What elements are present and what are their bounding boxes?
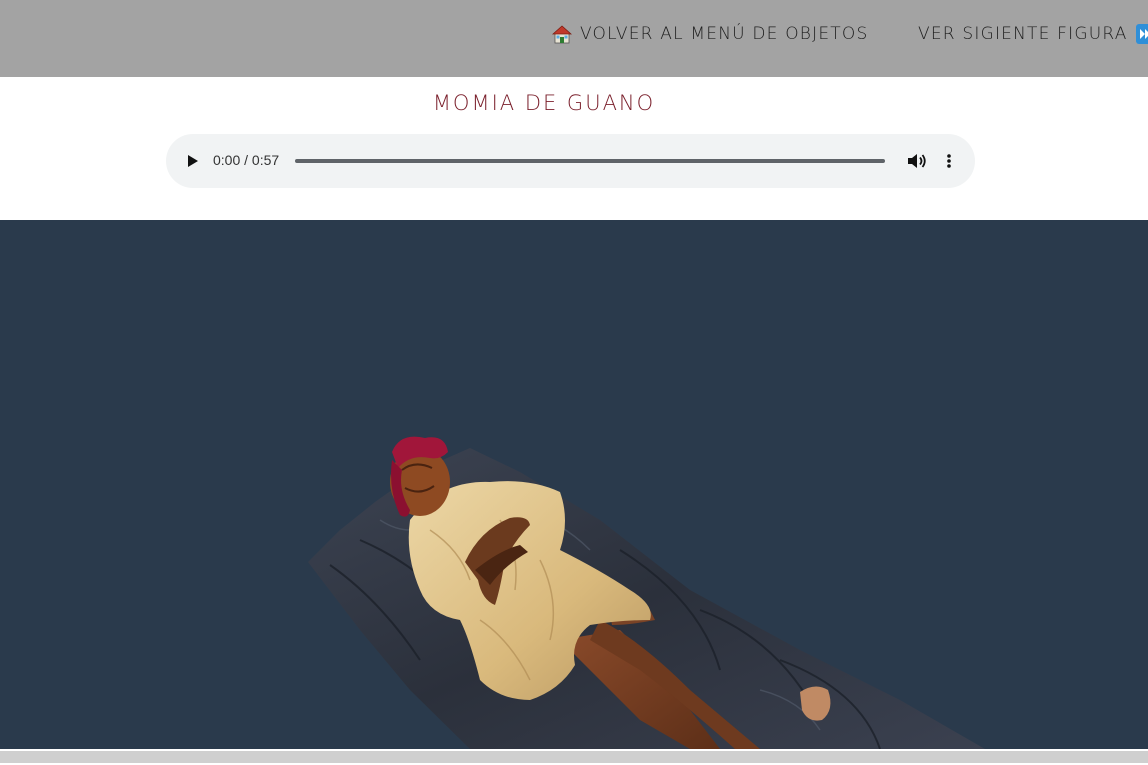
audio-time: 0:00 / 0:57: [213, 152, 280, 168]
next-track-icon: [1135, 24, 1148, 44]
audio-player[interactable]: 0:00 / 0:57: [166, 134, 975, 188]
house-icon: [552, 25, 572, 44]
volume-icon[interactable]: [906, 151, 928, 171]
audio-progress-bar[interactable]: [295, 159, 885, 163]
next-figure-link[interactable]: Ver sigiente figura: [918, 24, 1148, 44]
back-to-menu-label: Volver al Menú de Objetos: [580, 24, 869, 44]
back-to-menu-link[interactable]: Volver al Menú de Objetos: [552, 24, 868, 44]
play-icon[interactable]: [186, 151, 200, 171]
mummy-model-render: [308, 436, 985, 749]
page-title: Momia de Guano: [432, 91, 656, 115]
horizontal-scrollbar[interactable]: [0, 749, 1148, 765]
3d-model-viewer[interactable]: [0, 220, 1148, 749]
top-nav-bar: Volver al Menú de Objetos Ver sigiente f…: [0, 0, 1148, 77]
more-options-icon[interactable]: [941, 151, 957, 171]
next-figure-label: Ver sigiente figura: [918, 24, 1128, 44]
